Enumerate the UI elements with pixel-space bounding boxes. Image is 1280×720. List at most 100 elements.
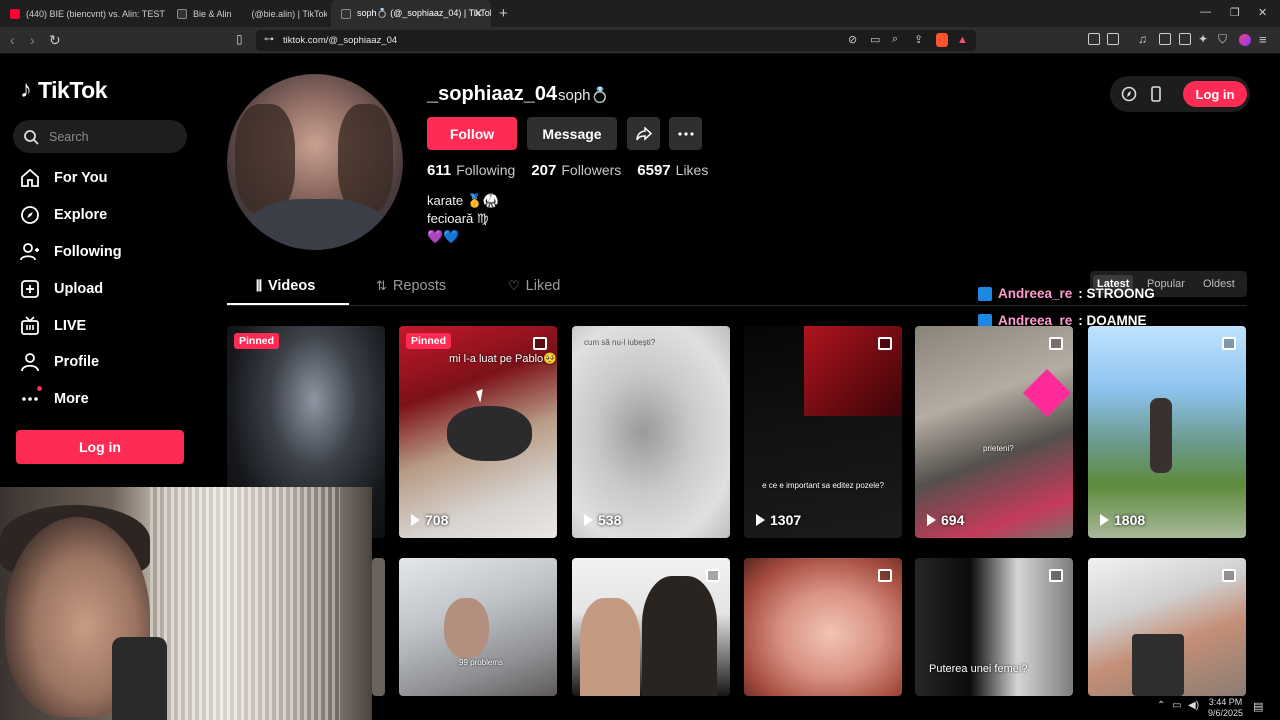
video-card[interactable]: Pinned mi l-a luat pe Pablo🥺 708 xyxy=(399,326,557,538)
share-icon[interactable]: ⇪ xyxy=(914,33,923,46)
tab-divider xyxy=(227,305,1247,306)
photo-icon xyxy=(1222,337,1236,350)
browser-address-bar: ‹ › ↻ ▯ ⊶ tiktok.com/@_sophiaaz_04 ⊘ ▭ ⌕… xyxy=(0,27,1280,54)
stat-following[interactable]: 611 Following xyxy=(427,162,515,179)
profile-avatar-icon[interactable] xyxy=(1239,34,1251,46)
video-card[interactable]: Puterea unei femei? xyxy=(915,558,1073,696)
stat-value: 207 xyxy=(531,162,557,179)
reader-icon[interactable]: ⊘ xyxy=(848,33,857,46)
tab-label: Reposts xyxy=(392,278,447,294)
vpn-icon[interactable]: ⛉ xyxy=(1218,32,1227,47)
brave-shield-icon[interactable] xyxy=(936,33,948,47)
video-card[interactable] xyxy=(372,558,385,696)
youtube-icon xyxy=(10,8,20,19)
brave-rewards-icon[interactable]: ▲ xyxy=(957,34,968,46)
header-login-button[interactable]: Log in xyxy=(1183,81,1247,107)
tab-title: Bie & Alin xyxy=(193,8,232,19)
zoom-icon[interactable]: ⌕ xyxy=(892,33,898,46)
profile-avatar[interactable] xyxy=(227,74,403,250)
reload-icon[interactable]: ↻ xyxy=(49,32,61,49)
sidebar-item-label: Upload xyxy=(54,281,104,297)
minimize-icon[interactable]: — xyxy=(1200,6,1211,18)
photo-icon xyxy=(1049,337,1063,350)
video-card[interactable]: cum să nu-l iubești? 538 xyxy=(572,326,730,538)
video-card[interactable]: 99 problems xyxy=(399,558,557,696)
url-field[interactable]: ⊶ tiktok.com/@_sophiaaz_04 ⊘ ▭ ⌕ ⇪ ▲ xyxy=(256,30,976,51)
chat-message: Andreea_re : STROONG xyxy=(978,286,1155,301)
screenshot-icon[interactable] xyxy=(1107,33,1119,45)
sort-oldest[interactable]: Oldest xyxy=(1199,275,1239,293)
sidebar-item-profile[interactable]: Profile xyxy=(20,352,99,372)
volume-icon[interactable]: ◀) xyxy=(1188,700,1199,711)
coin-icon[interactable] xyxy=(1121,86,1137,102)
tray-chevron-icon[interactable]: ⌃ xyxy=(1157,700,1165,711)
pinned-badge: Pinned xyxy=(406,333,452,349)
taskbar-clock[interactable]: 3:44 PM 9/6/2025 xyxy=(1208,697,1243,719)
share-profile-button[interactable] xyxy=(627,117,660,150)
bio-line: fecioară ♍ xyxy=(427,211,489,226)
sidebar-login-button[interactable]: Log in xyxy=(16,430,184,464)
video-card[interactable]: 1808 xyxy=(1088,326,1246,538)
view-count: 1307 xyxy=(756,512,801,528)
video-caption: 99 problems xyxy=(459,658,504,667)
view-count: 694 xyxy=(927,512,964,528)
wallet-icon[interactable] xyxy=(1179,33,1191,45)
site-info-icon[interactable]: ⊶ xyxy=(264,34,274,45)
search-input[interactable] xyxy=(49,129,169,144)
profile-username: _sophiaaz_04 xyxy=(427,83,558,105)
photo-icon xyxy=(878,569,892,582)
restore-icon[interactable]: ❐ xyxy=(1230,6,1240,19)
close-window-icon[interactable]: ✕ xyxy=(1258,6,1267,19)
tab-label: Liked xyxy=(525,278,561,294)
sidebar-toggle-icon[interactable] xyxy=(1159,33,1171,45)
new-tab-button[interactable]: + xyxy=(499,5,508,22)
cast-icon[interactable]: ▭ xyxy=(870,33,880,46)
bookmark-icon[interactable]: ▯ xyxy=(236,32,243,46)
upload-icon xyxy=(20,279,40,299)
video-card[interactable]: e ce e important sa editez pozele? 1307 xyxy=(744,326,902,538)
video-caption: e ce e important sa editez pozele? xyxy=(762,481,884,490)
browser-tab-active[interactable]: soph💍 (@_sophiaaz_04) | TikTok ✕ xyxy=(331,0,491,27)
sidebar-item-live[interactable]: LIVE xyxy=(20,316,86,336)
notification-icon[interactable]: ▤ xyxy=(1253,700,1263,713)
back-icon[interactable]: ‹ xyxy=(10,32,15,48)
tiktok-logo[interactable]: ♪ TikTok xyxy=(20,76,108,104)
tab-reposts[interactable]: ⇅ Reposts xyxy=(376,278,446,294)
video-card[interactable] xyxy=(744,558,902,696)
browser-tab[interactable]: (440) BIE (biencvnt) vs. Alin: TESTUL F xyxy=(0,0,165,27)
video-card[interactable]: prieteni? 694 xyxy=(915,326,1073,538)
search-bar[interactable] xyxy=(13,120,187,153)
video-card[interactable] xyxy=(1088,558,1246,696)
tab-liked[interactable]: ♡ Liked xyxy=(508,278,560,294)
forward-icon[interactable]: › xyxy=(30,32,35,48)
sidebar-item-explore[interactable]: Explore xyxy=(20,205,107,225)
sidebar-item-for-you[interactable]: For You xyxy=(20,168,107,188)
tab-videos[interactable]: ⫼ Videos xyxy=(256,278,315,294)
browser-tab[interactable]: Bie & Alin (@bie.alin) | TikTok xyxy=(167,0,327,27)
mobile-icon[interactable] xyxy=(1148,86,1164,102)
close-tab-icon[interactable]: ✕ xyxy=(474,7,483,20)
play-icon xyxy=(927,514,936,526)
photo-icon xyxy=(1222,569,1236,582)
sidebar-item-label: For You xyxy=(54,170,108,186)
music-icon[interactable]: ♫ xyxy=(1138,32,1147,46)
stat-followers[interactable]: 207 Followers xyxy=(531,162,621,179)
menu-icon[interactable]: ≡ xyxy=(1259,32,1267,47)
message-button[interactable]: Message xyxy=(527,117,617,150)
follow-button[interactable]: Follow xyxy=(427,117,517,150)
extensions-icon[interactable] xyxy=(1088,33,1100,45)
chat-badge-icon xyxy=(978,286,992,301)
tiktok-icon xyxy=(177,8,187,19)
repost-icon: ⇅ xyxy=(376,278,387,293)
profile-nickname: soph💍 xyxy=(558,87,610,104)
sidebar-item-upload[interactable]: Upload xyxy=(20,279,103,299)
sidebar-item-more[interactable]: More xyxy=(20,386,89,409)
sidebar-item-following[interactable]: Following xyxy=(20,242,122,262)
tab-title: soph💍 (@_sophiaaz_04) | TikTok xyxy=(357,8,491,18)
network-icon[interactable]: ▭ xyxy=(1172,700,1181,711)
more-options-button[interactable] xyxy=(669,117,702,150)
view-count: 538 xyxy=(584,512,621,528)
play-icon xyxy=(1100,514,1109,526)
video-card[interactable] xyxy=(572,558,730,696)
ai-icon[interactable]: ✦ xyxy=(1198,32,1208,46)
